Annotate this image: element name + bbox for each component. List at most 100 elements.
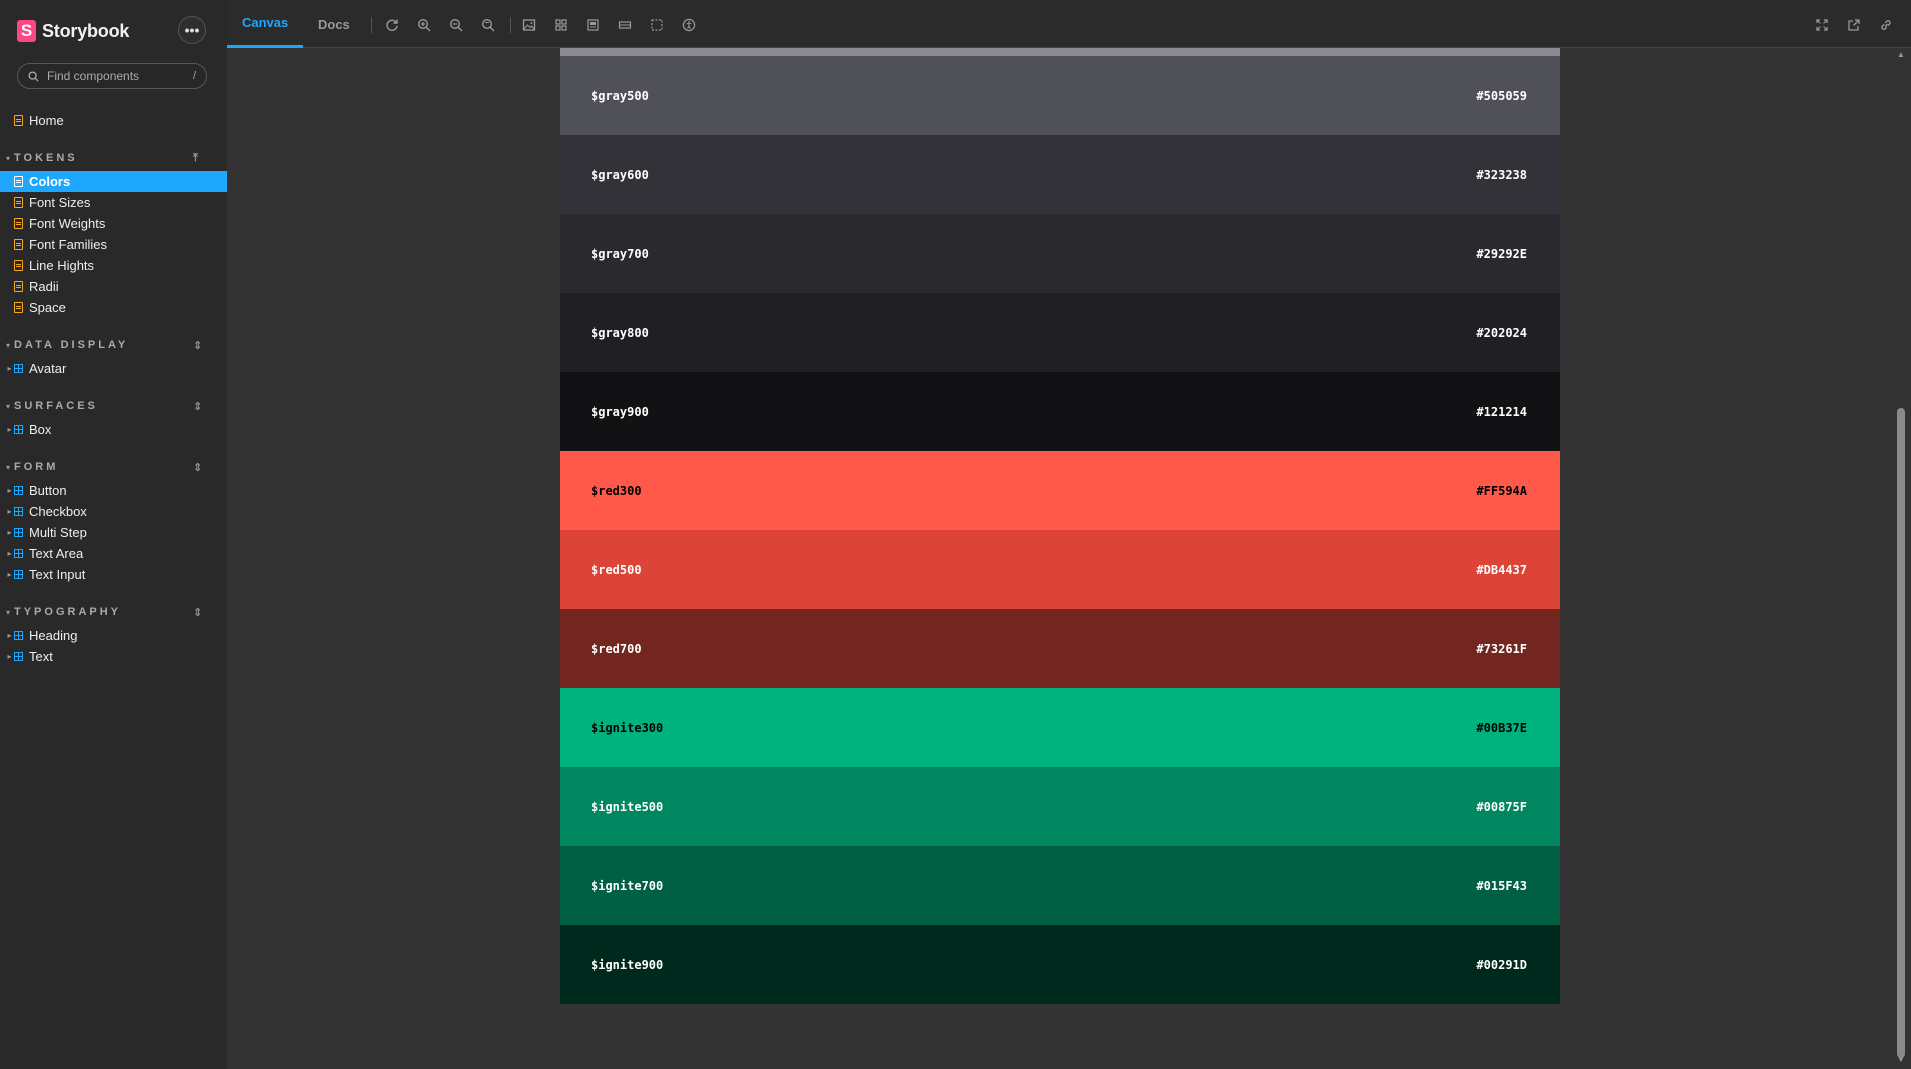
component-icon [14, 570, 23, 579]
color-swatch-row: $red500 #DB4437 [560, 530, 1560, 609]
sidebar-item-text-input[interactable]: ▸ Text Input [0, 564, 227, 585]
chevron-down-icon: ▾ [5, 462, 13, 472]
color-swatch-row: $red300 #FF594A [560, 451, 1560, 530]
scroll-up-arrow-icon[interactable]: ▲ [1896, 50, 1906, 59]
expand-collapse-icon[interactable]: ⇕ [193, 400, 202, 413]
document-icon [14, 197, 23, 208]
search-box[interactable]: / [17, 63, 207, 89]
zoom-out-icon[interactable] [448, 17, 464, 33]
swatch-token-name: $red300 [591, 483, 642, 498]
swatch-hex-value: #00B37E [1476, 720, 1527, 735]
color-swatch-list: $gray500 #505059 $gray600 #323238 $gray700 #2… [560, 48, 1560, 1004]
document-icon [14, 176, 23, 187]
swatch-token-name: $ignite500 [591, 799, 664, 814]
sidebar-item-box[interactable]: ▸ Box [0, 419, 227, 440]
image-background-icon[interactable] [521, 17, 537, 33]
color-swatch-row: $gray500 #505059 [560, 56, 1560, 135]
fullscreen-icon[interactable] [1814, 17, 1830, 33]
color-swatch-row: $gray900 #121214 [560, 372, 1560, 451]
search-icon [28, 70, 39, 82]
zoom-in-icon[interactable] [416, 17, 432, 33]
sidebar-item-label: Checkbox [29, 504, 87, 519]
brand[interactable]: S Storybook [17, 20, 129, 42]
section-surfaces[interactable]: ▾ SURFACES ⇕ [0, 398, 227, 414]
swatch-hex-value: #202024 [1476, 325, 1527, 340]
search-input[interactable] [45, 68, 179, 84]
sidebar-item-button[interactable]: ▸ Button [0, 480, 227, 501]
sidebar-item-line-hights[interactable]: Line Hights [0, 255, 227, 276]
sidebar-item-label: Text Area [29, 546, 84, 561]
color-swatch-row: $gray600 #323238 [560, 135, 1560, 214]
document-icon [14, 218, 23, 229]
zoom-reset-icon[interactable] [480, 17, 496, 33]
sidebar-item-label: Line Hights [29, 258, 95, 273]
sidebar-item-label: Text Input [29, 567, 86, 582]
reload-icon[interactable] [384, 17, 400, 33]
brand-name: Storybook [42, 20, 130, 41]
document-icon [14, 239, 23, 250]
sidebar: S Storybook ••• / Home ▾ TOKENS ⤒ Colors… [0, 0, 227, 1069]
chevron-right-icon: ▸ [7, 652, 12, 661]
color-swatch-row: $ignite700 #015F43 [560, 846, 1560, 925]
sidebar-item-font-sizes[interactable]: Font Sizes [0, 192, 227, 213]
swatch-hex-value: #121214 [1476, 404, 1527, 419]
toolbar-divider [510, 17, 511, 33]
sidebar-item-avatar[interactable]: ▸ Avatar [0, 358, 227, 379]
chevron-down-icon: ▾ [5, 153, 13, 163]
section-data-display[interactable]: ▾ DATA DISPLAY ⇕ [0, 337, 227, 353]
swatch-hex-value: #FF594A [1476, 483, 1527, 498]
copy-link-icon[interactable] [1878, 17, 1894, 33]
chevron-down-icon: ▾ [5, 607, 13, 617]
sidebar-item-colors[interactable]: Colors [0, 171, 227, 192]
previous-swatch-edge [560, 48, 1560, 56]
chevron-right-icon: ▸ [7, 425, 12, 434]
open-new-tab-icon[interactable] [1846, 17, 1862, 33]
sidebar-item-label: Radii [29, 279, 59, 294]
sidebar-item-space[interactable]: Space [0, 297, 227, 318]
sidebar-item-text-area[interactable]: ▸ Text Area [0, 543, 227, 564]
color-swatch-row: $ignite900 #00291D [560, 925, 1560, 1004]
grid-icon[interactable] [553, 17, 569, 33]
component-icon [14, 486, 23, 495]
sidebar-item-font-families[interactable]: Font Families [0, 234, 227, 255]
sidebar-item-radii[interactable]: Radii [0, 276, 227, 297]
swatch-token-name: $gray700 [591, 246, 649, 261]
swatch-token-name: $red500 [591, 562, 642, 577]
sidebar-item-multi-step[interactable]: ▸ Multi Step [0, 522, 227, 543]
sidebar-menu-button[interactable]: ••• [178, 16, 206, 44]
sidebar-item-label: Text [29, 649, 53, 664]
swatch-hex-value: #015F43 [1476, 878, 1527, 893]
accessibility-icon[interactable] [681, 17, 697, 33]
expand-collapse-icon[interactable]: ⇕ [193, 606, 202, 619]
outline-icon[interactable] [649, 17, 665, 33]
component-icon [14, 549, 23, 558]
collapse-all-icon[interactable]: ⤒ [193, 152, 198, 165]
expand-collapse-icon[interactable]: ⇕ [193, 461, 202, 474]
sidebar-item-home[interactable]: Home [0, 110, 227, 131]
document-icon [14, 260, 23, 271]
sidebar-item-heading[interactable]: ▸ Heading [0, 625, 227, 646]
search-shortcut-hint: / [192, 70, 196, 82]
measure-icon[interactable] [617, 17, 633, 33]
swatch-token-name: $gray600 [591, 167, 649, 182]
tab-docs[interactable]: Docs [305, 0, 363, 48]
section-typography[interactable]: ▾ TYPOGRAPHY ⇕ [0, 604, 227, 620]
expand-collapse-icon[interactable]: ⇕ [193, 339, 202, 352]
viewport-icon[interactable] [585, 17, 601, 33]
scrollbar-thumb[interactable] [1897, 408, 1905, 1058]
swatch-hex-value: #29292E [1476, 246, 1527, 261]
sidebar-item-font-weights[interactable]: Font Weights [0, 213, 227, 234]
sidebar-item-checkbox[interactable]: ▸ Checkbox [0, 501, 227, 522]
swatch-token-name: $ignite900 [591, 957, 664, 972]
tab-canvas[interactable]: Canvas [227, 0, 304, 48]
scroll-down-arrow-icon[interactable]: ▼ [1896, 1055, 1906, 1064]
section-tokens[interactable]: ▾ TOKENS ⤒ [0, 150, 227, 166]
swatch-token-name: $gray800 [591, 325, 649, 340]
sidebar-item-text[interactable]: ▸ Text [0, 646, 227, 667]
swatch-hex-value: #00875F [1476, 799, 1527, 814]
sidebar-item-label: Space [29, 300, 66, 315]
section-form[interactable]: ▾ FORM ⇕ [0, 459, 227, 475]
toolbar-divider [371, 17, 372, 33]
canvas-scrollbar[interactable]: ▲ ▼ [1892, 48, 1911, 1069]
swatch-hex-value: #505059 [1476, 88, 1527, 103]
